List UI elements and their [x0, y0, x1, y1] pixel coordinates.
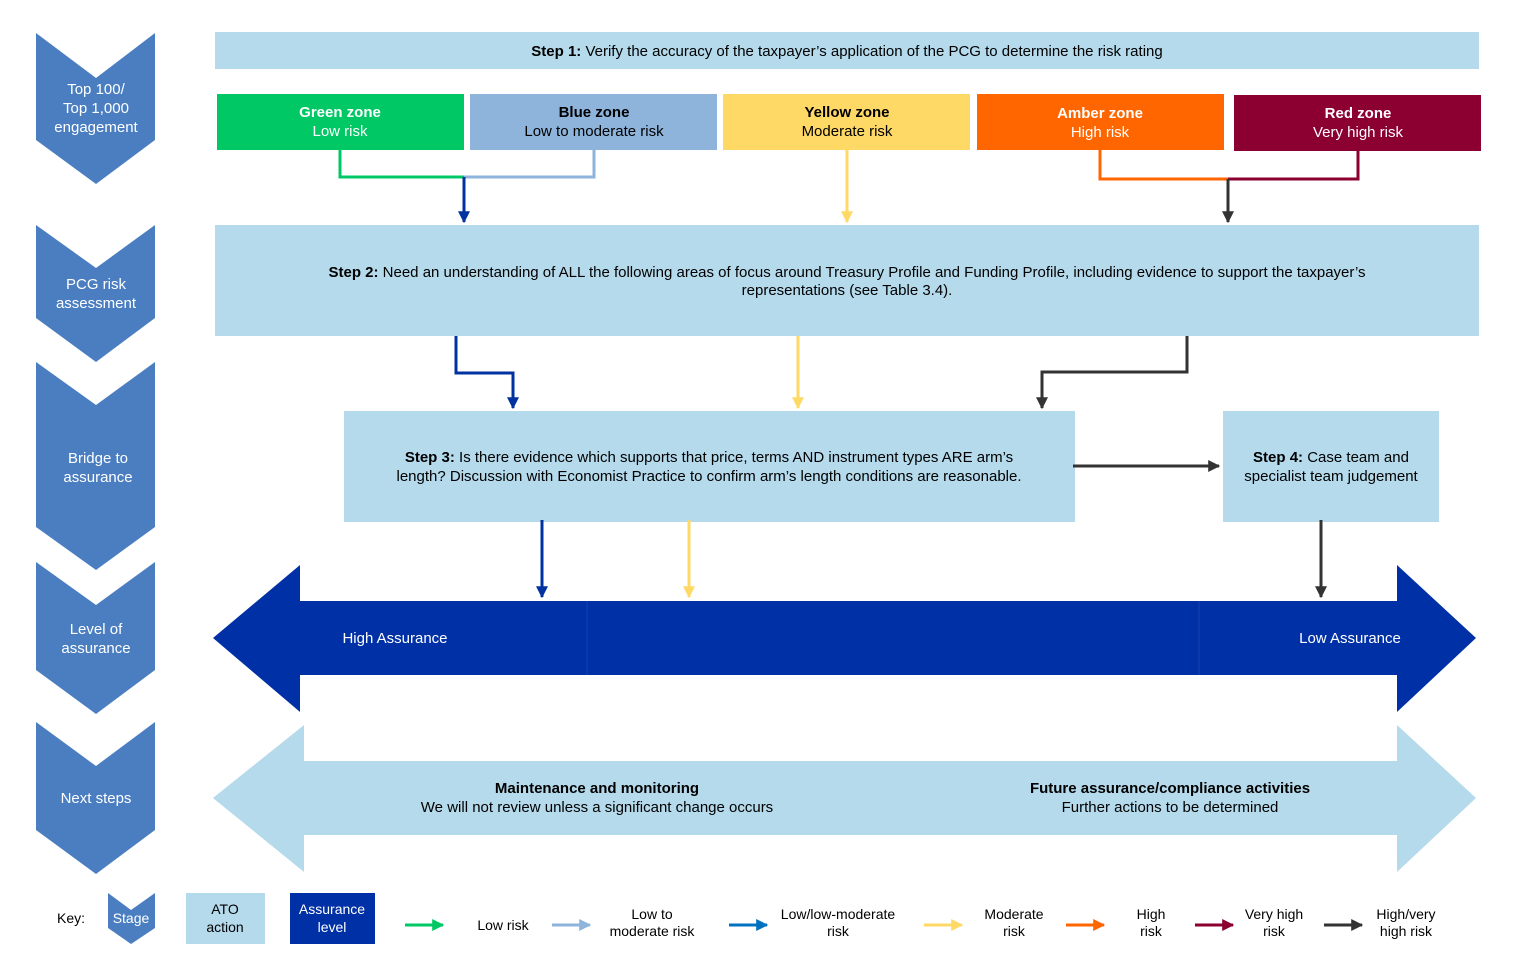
key-ato-action-label: ATO — [211, 901, 239, 917]
key-arrow-label: risk — [1140, 923, 1163, 939]
key-arrow-label: High — [1137, 906, 1166, 922]
key-arrow-label: Moderate — [984, 906, 1043, 922]
stage-chevron — [36, 562, 155, 714]
zone-name: Red zone — [1325, 105, 1392, 122]
green-zone — [217, 94, 464, 150]
legend: Key: Stage ATO action Assurance level Lo… — [57, 893, 1436, 944]
maintenance-text: We will not review unless a significant … — [421, 799, 773, 816]
key-arrow-label: Low/low-moderate — [781, 906, 896, 922]
future-activities-title: Future assurance/compliance activities — [1030, 780, 1310, 797]
zone-risk: Low to moderate risk — [524, 123, 664, 140]
step4-box — [1223, 411, 1439, 522]
zone-name: Blue zone — [559, 104, 630, 121]
key-assurance-level-label: Assurance — [299, 901, 365, 917]
zone-risk: Moderate risk — [802, 123, 893, 140]
red-zone — [1234, 95, 1481, 151]
stage-label: assurance — [63, 469, 132, 486]
step1-text: Step 1: Verify the accuracy of the taxpa… — [531, 43, 1162, 60]
stage-label: Next steps — [61, 790, 132, 807]
stage-label: Top 1,000 — [63, 100, 129, 117]
step4-text-line2: specialist team judgement — [1244, 468, 1418, 485]
zone-risk: Low risk — [312, 123, 368, 140]
stage-label: assurance — [61, 640, 130, 657]
step3-text: Step 3: Is there evidence which supports… — [405, 449, 1013, 466]
amber-connector — [1098, 150, 1228, 181]
next-steps-arrow — [213, 725, 1476, 872]
key-arrow-label: risk — [1003, 923, 1026, 939]
maintenance-title: Maintenance and monitoring — [495, 780, 699, 797]
step3-text-line2: length? Discussion with Economist Practi… — [396, 468, 1021, 485]
step2-text-line2: representations (see Table 3.4). — [742, 282, 953, 299]
stage-label: assessment — [56, 295, 137, 312]
zone-name: Green zone — [299, 104, 381, 121]
blue-connector — [464, 150, 596, 179]
step2-text: Step 2: Need an understanding of ALL the… — [328, 264, 1365, 281]
zone-risk: Very high risk — [1313, 124, 1404, 141]
key-arrow-label: high risk — [1380, 923, 1433, 939]
future-activities-text: Further actions to be determined — [1062, 799, 1279, 816]
assurance-flow-diagram: Top 100/ Top 1,000 engagement PCG risk a… — [36, 32, 1481, 944]
key-stage-label: Stage — [113, 910, 150, 926]
key-arrow-label: Very high — [1245, 906, 1303, 922]
step4-text: Step 4: Case team and — [1253, 449, 1409, 466]
key-arrow-label: risk — [1263, 923, 1286, 939]
key-arrow-label: Low risk — [477, 917, 529, 933]
red-connector — [1228, 151, 1360, 181]
key-arrow-label: risk — [827, 923, 850, 939]
key-assurance-level-label: level — [318, 919, 347, 935]
stage-chevron — [36, 225, 155, 362]
blue-zone — [470, 94, 717, 150]
stage-label: Bridge to — [68, 450, 128, 467]
key-label: Key: — [57, 910, 85, 926]
stage-column: Top 100/ Top 1,000 engagement PCG risk a… — [36, 33, 155, 874]
stage-label: Top 100/ — [67, 81, 125, 98]
key-arrow-label: High/very — [1376, 906, 1435, 922]
low-risk-arrow — [454, 336, 519, 410]
yellow-zone — [723, 94, 970, 150]
low-assurance-label: Low Assurance — [1299, 630, 1401, 647]
stage-label: engagement — [54, 119, 138, 136]
key-ato-action-label: action — [206, 919, 243, 935]
high-assurance-label: High Assurance — [342, 630, 447, 647]
green-connector — [338, 150, 464, 179]
key-arrow-label: moderate risk — [610, 923, 696, 939]
zone-name: Amber zone — [1057, 105, 1143, 122]
key-arrow-label: Low to — [631, 906, 672, 922]
stage-label: Level of — [70, 621, 123, 638]
zone-risk: High risk — [1071, 124, 1130, 141]
stage-label: PCG risk — [66, 276, 127, 293]
amber-zone — [977, 94, 1224, 150]
zone-name: Yellow zone — [804, 104, 889, 121]
high-risk-arrow — [1036, 336, 1189, 410]
step3-box — [344, 411, 1075, 522]
